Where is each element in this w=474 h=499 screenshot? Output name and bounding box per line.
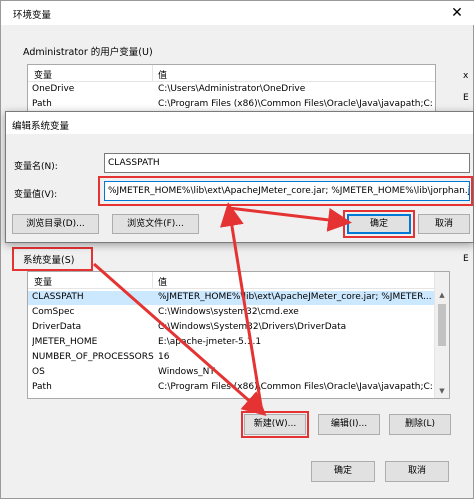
dialog-titlebar[interactable]: 编辑系统变量 [6,112,473,134]
footer-cancel-button[interactable]: 取消 [385,461,449,482]
table-row[interactable]: OS Windows_NT [28,366,435,380]
sys-vars-header: 变量 值 [28,272,449,289]
edit-var-button[interactable]: 编辑(I)... [318,414,380,435]
sys-vars-scrollbar[interactable]: ▲ ▼ [434,272,449,398]
window-titlebar[interactable]: 环境变量 ✕ [1,1,474,25]
var-value-input[interactable]: %JMETER_HOME%\lib\ext\ApacheJMeter_core.… [104,181,470,201]
edit-system-variable-dialog: 编辑系统变量 变量名(N): CLASSPATH 变量值(V): %JMETER… [5,111,474,243]
var-name-label: 变量名(N): [14,162,58,172]
var-value: E:\apache-jmeter-5.1.1 [158,337,262,347]
var-value: C:\Program Files (x86)\Common Files\Orac… [158,382,433,392]
var-value: 16 [158,352,170,362]
scroll-down-icon[interactable]: ▼ [435,384,449,398]
var-name: Path [32,99,52,109]
user-vars-header: 变量 值 [28,65,435,82]
table-row[interactable]: NUMBER_OF_PROCESSORS 16 [28,351,435,365]
edge-fragment: x [463,71,469,81]
table-row[interactable]: ComSpec C:\Windows\system32\cmd.exe [28,306,435,320]
var-value: C:\Windows\System32\Drivers\DriverData [158,322,347,332]
table-row[interactable]: Path C:\Program Files (x86)\Common Files… [28,98,433,111]
var-name: OS [32,367,45,377]
browse-directory-button[interactable]: 浏览目录(D)... [12,214,99,234]
table-row-selected[interactable]: CLASSPATH %JMETER_HOME%\lib\ext\ApacheJM… [28,291,435,305]
col-header-val[interactable]: 值 [158,68,167,81]
user-vars-group-label: Administrator 的用户变量(U) [23,47,153,58]
var-name: OneDrive [32,84,75,94]
var-value: C:\Program Files (x86)\Common Files\Orac… [158,99,433,109]
edge-fragment: E [463,254,469,264]
var-name-input[interactable]: CLASSPATH [104,153,470,173]
var-name: JMETER_HOME [32,337,98,347]
var-name: CLASSPATH [32,292,84,302]
window-title: 环境变量 [13,10,52,21]
footer-ok-button[interactable]: 确定 [311,461,375,482]
var-name: NUMBER_OF_PROCESSORS [32,352,154,362]
var-value: %JMETER_HOME%\lib\ext\ApacheJMeter_core.… [158,292,432,302]
var-name: DriverData [32,322,82,332]
var-value: Windows_NT [158,367,215,377]
sys-vars-group-label: 系统变量(S) [23,255,75,266]
user-vars-list[interactable]: 变量 值 OneDrive C:\Users\Administrator\One… [27,64,436,112]
environment-variables-window: 环境变量 ✕ Administrator 的用户变量(U) 变量 值 OneDr… [0,0,474,499]
dialog-ok-button[interactable]: 确定 [347,214,411,234]
table-row[interactable]: DriverData C:\Windows\System32\Drivers\D… [28,321,435,335]
col-header-var[interactable]: 变量 [34,68,52,81]
close-icon[interactable]: ✕ [445,3,469,23]
delete-var-button[interactable]: 删除(L) [389,414,451,435]
var-value: C:\Users\Administrator\OneDrive [158,84,306,94]
dialog-title: 编辑系统变量 [12,121,70,132]
var-value-label: 变量值(V): [14,190,58,200]
browse-file-button[interactable]: 浏览文件(F)... [112,214,199,234]
scroll-up-icon[interactable]: ▲ [435,288,449,302]
table-row[interactable]: OneDrive C:\Users\Administrator\OneDrive [28,83,421,97]
var-name: Path [32,382,52,392]
col-header-val[interactable]: 值 [158,275,167,288]
col-header-var[interactable]: 变量 [34,275,52,288]
new-var-button[interactable]: 新建(W)... [244,414,306,435]
dialog-cancel-button[interactable]: 取消 [418,214,470,234]
edge-fragment: E [463,93,469,103]
table-row[interactable]: JMETER_HOME E:\apache-jmeter-5.1.1 [28,336,435,350]
var-value: C:\Windows\system32\cmd.exe [158,307,299,317]
table-row[interactable]: Path C:\Program Files (x86)\Common Files… [28,381,435,395]
scroll-thumb[interactable] [438,304,446,346]
var-name: ComSpec [32,307,75,317]
sys-vars-list[interactable]: 变量 值 CLASSPATH %JMETER_HOME%\lib\ext\Apa… [27,271,450,399]
